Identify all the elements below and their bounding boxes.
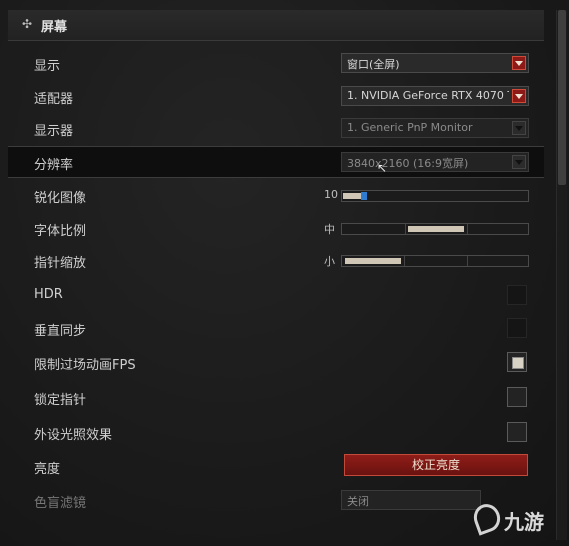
scrollbar[interactable] bbox=[556, 10, 567, 540]
row-limit-fps: 限制过场动画FPS bbox=[8, 347, 544, 377]
watermark: 九游 bbox=[469, 500, 564, 540]
row-hdr: HDR bbox=[8, 280, 544, 310]
peripheral-light-label: 外设光照效果 bbox=[34, 428, 113, 443]
scrollbar-thumb[interactable] bbox=[558, 10, 566, 185]
row-monitor: 显示器 1. Generic PnP Monitor bbox=[8, 113, 544, 143]
sharpen-label: 锐化图像 bbox=[34, 191, 87, 206]
monitor-dropdown[interactable]: 1. Generic PnP Monitor bbox=[341, 118, 529, 138]
color-filter-dropdown[interactable]: 关闭 bbox=[341, 490, 481, 510]
chevron-down-icon[interactable] bbox=[512, 121, 526, 135]
sharpen-value: 10 bbox=[324, 188, 338, 201]
pointer-scale-value: 小 bbox=[324, 255, 335, 268]
font-scale-slider[interactable] bbox=[341, 223, 529, 235]
row-sharpen: 锐化图像 10 bbox=[8, 180, 544, 210]
move-icon: ✣ bbox=[22, 17, 33, 31]
row-pointer-scale: 指针缩放 小 bbox=[8, 245, 544, 275]
row-color-filter: 色盲滤镜 关闭 bbox=[8, 485, 544, 515]
vsync-checkbox[interactable] bbox=[507, 318, 527, 338]
row-lock-pointer: 锁定指针 bbox=[8, 382, 544, 412]
row-display: 显示 窗口(全屏) bbox=[8, 48, 544, 78]
row-resolution: 分辨率 3840x2160 (16:9宽屏) bbox=[8, 146, 544, 178]
font-scale-value: 中 bbox=[324, 223, 335, 236]
display-label: 显示 bbox=[34, 59, 61, 74]
slider-segment[interactable] bbox=[342, 224, 406, 234]
slider-segment[interactable] bbox=[404, 256, 468, 266]
watermark-logo-icon bbox=[469, 500, 505, 536]
row-peripheral-light: 外设光照效果 bbox=[8, 417, 544, 447]
vsync-label: 垂直同步 bbox=[34, 324, 87, 339]
section-title: 屏幕 bbox=[41, 20, 68, 35]
limit-fps-label: 限制过场动画FPS bbox=[34, 358, 136, 373]
font-scale-label: 字体比例 bbox=[34, 224, 87, 239]
settings-panel: ✣ 屏幕 显示 窗口(全屏) 适配器 1. NVIDIA GeForce RTX… bbox=[0, 0, 569, 546]
sharpen-slider[interactable] bbox=[341, 190, 529, 202]
resolution-value: 3840x2160 (16:9宽屏) bbox=[347, 157, 469, 170]
mouse-pointer-icon: ↖ bbox=[377, 161, 388, 175]
hdr-checkbox[interactable] bbox=[507, 285, 527, 305]
display-dropdown[interactable]: 窗口(全屏) bbox=[341, 53, 529, 73]
peripheral-light-checkbox[interactable] bbox=[507, 422, 527, 442]
lock-pointer-label: 锁定指针 bbox=[34, 393, 87, 408]
pointer-scale-slider[interactable] bbox=[341, 255, 529, 267]
lock-pointer-checkbox[interactable] bbox=[507, 387, 527, 407]
resolution-label: 分辨率 bbox=[34, 158, 74, 173]
display-value: 窗口(全屏) bbox=[347, 58, 400, 71]
row-font-scale: 字体比例 中 bbox=[8, 213, 544, 243]
sharpen-fill bbox=[343, 193, 362, 199]
row-vsync: 垂直同步 bbox=[8, 313, 544, 343]
chevron-down-icon[interactable] bbox=[512, 155, 526, 169]
watermark-text: 九游 bbox=[504, 510, 544, 534]
hdr-label: HDR bbox=[34, 287, 63, 302]
section-header: ✣ 屏幕 bbox=[8, 10, 544, 41]
monitor-label: 显示器 bbox=[34, 124, 74, 139]
row-brightness: 亮度 校正亮度 bbox=[8, 451, 544, 481]
monitor-value: 1. Generic PnP Monitor bbox=[347, 121, 473, 134]
font-scale-fill bbox=[408, 226, 464, 232]
sharpen-handle[interactable] bbox=[361, 192, 367, 200]
pointer-scale-label: 指针缩放 bbox=[34, 256, 87, 271]
adapter-value: 1. NVIDIA GeForce RTX 4070 T bbox=[347, 89, 509, 102]
row-adapter: 适配器 1. NVIDIA GeForce RTX 4070 T bbox=[8, 81, 544, 111]
pointer-scale-fill bbox=[345, 258, 401, 264]
adapter-label: 适配器 bbox=[34, 92, 74, 107]
brightness-label: 亮度 bbox=[34, 462, 61, 477]
adapter-dropdown[interactable]: 1. NVIDIA GeForce RTX 4070 T bbox=[341, 86, 529, 106]
calibrate-brightness-button[interactable]: 校正亮度 bbox=[344, 454, 528, 476]
resolution-dropdown[interactable]: 3840x2160 (16:9宽屏) bbox=[341, 152, 529, 172]
chevron-down-icon[interactable] bbox=[512, 56, 526, 70]
color-filter-label: 色盲滤镜 bbox=[34, 496, 87, 511]
limit-fps-checkbox[interactable] bbox=[507, 352, 527, 372]
chevron-down-icon[interactable] bbox=[512, 89, 526, 103]
